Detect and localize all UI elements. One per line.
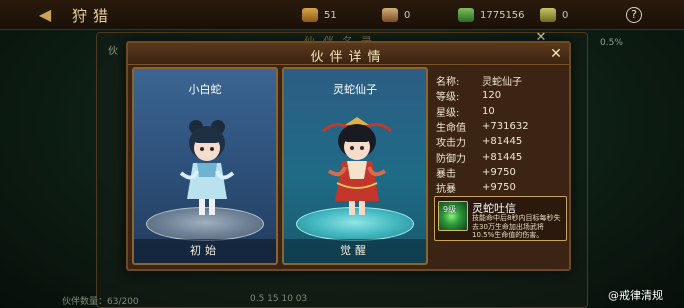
close-icon[interactable]: ✕ xyxy=(548,46,564,62)
partner-figure-initial xyxy=(179,120,235,215)
dialog-title: 伙伴详情 xyxy=(310,50,387,65)
ticket-icon xyxy=(540,8,556,22)
resource-value: 1775156 xyxy=(480,9,525,21)
top-bar: ◀ 狩猎 51 0 1775156 0 ? xyxy=(0,0,684,30)
stat-value: +81445 xyxy=(482,151,523,163)
stat-value: +9750 xyxy=(482,166,516,178)
resource-scroll: 0 xyxy=(382,7,434,23)
partner-card-label: 初始 xyxy=(134,239,276,263)
stat-value: +9750 xyxy=(482,182,516,194)
stat-row-name: 名称: 灵蛇仙子 xyxy=(436,73,566,88)
back-arrow-icon[interactable]: ◀ xyxy=(34,5,56,25)
partner-card-awakened[interactable]: 灵蛇仙子 觉醒 xyxy=(282,67,428,265)
stat-value: 120 xyxy=(482,90,502,102)
stat-row-crit-resist: 抗暴 +9750 xyxy=(436,180,566,195)
stat-label: 抗暴 xyxy=(436,184,456,196)
partner-list-percent: 0.5% xyxy=(600,38,623,48)
stat-row-star: 星级: 10 xyxy=(436,104,566,119)
resource-value: 0 xyxy=(562,9,569,21)
snake-skill-icon: 9级 xyxy=(438,201,468,231)
partner-card-label: 觉醒 xyxy=(284,239,426,263)
stat-value: +81445 xyxy=(482,136,523,148)
help-icon[interactable]: ? xyxy=(626,7,642,23)
stat-label: 星级: xyxy=(436,107,460,119)
stat-value: 灵蛇仙子 xyxy=(482,77,522,89)
stat-row-attack: 攻击力 +81445 xyxy=(436,134,566,149)
skill-level: 9级 xyxy=(443,205,457,214)
resource-cash: 1775156 xyxy=(458,7,525,23)
resource-gold: 51 xyxy=(302,7,354,23)
resource-ticket: 0 xyxy=(540,7,592,23)
screen-title: 狩猎 xyxy=(72,7,115,25)
partner-card-initial[interactable]: 小白蛇 初始 xyxy=(132,67,278,265)
gold-sack-icon xyxy=(302,8,318,22)
partner-list-side-label: 伙 xyxy=(108,46,118,57)
partner-card-name: 灵蛇仙子 xyxy=(333,83,377,96)
stat-row-hp: 生命值 +731632 xyxy=(436,119,566,134)
stat-label: 暴击 xyxy=(436,168,456,180)
scroll-icon xyxy=(382,8,398,22)
skill-box[interactable]: 9级 灵蛇吐信 技能命中后8秒内目标每秒失去30万生命加出场武将10.5%生命值… xyxy=(434,196,567,241)
partner-figure-awakened xyxy=(322,117,392,215)
stat-label: 名称: xyxy=(436,77,460,89)
partner-count: 伙伴数量：63/200 xyxy=(62,297,139,307)
stat-row-crit: 暴击 +9750 xyxy=(436,165,566,180)
stat-value: 10 xyxy=(482,105,495,117)
stat-label: 生命值 xyxy=(436,123,466,135)
resource-value: 0 xyxy=(404,9,411,21)
stat-label: 防御力 xyxy=(436,153,466,165)
stat-label: 等级: xyxy=(436,92,460,104)
cash-icon xyxy=(458,8,474,22)
partner-detail-dialog: 伙伴详情 ✕ 小白蛇 初始 灵蛇仙子 觉醒 名称: 灵蛇仙子 等级: 120 星… xyxy=(126,41,571,271)
skill-description: 技能命中后8秒内目标每秒失去30万生命加出场武将10.5%生命值的伤害。 xyxy=(472,214,561,239)
resource-value: 51 xyxy=(324,9,337,21)
watermark: @戒律清规 xyxy=(608,289,663,302)
stat-value: +731632 xyxy=(482,121,529,133)
partner-card-name: 小白蛇 xyxy=(188,83,222,96)
stat-label: 攻击力 xyxy=(436,138,466,150)
stat-row-defense: 防御力 +81445 xyxy=(436,149,566,165)
partner-stats: 名称: 灵蛇仙子 等级: 120 星级: 10 生命值 +731632 攻击力 … xyxy=(436,73,566,195)
footer-text: 0.5 15 10 03 xyxy=(250,294,308,304)
dialog-header: 伙伴详情 ✕ xyxy=(128,43,569,65)
stat-row-level: 等级: 120 xyxy=(436,88,566,103)
